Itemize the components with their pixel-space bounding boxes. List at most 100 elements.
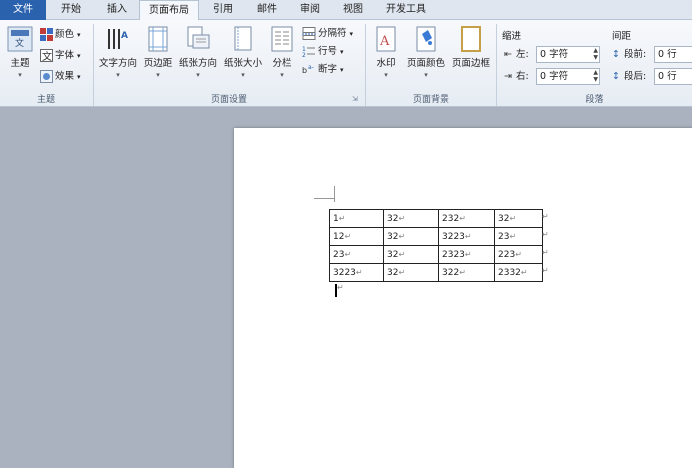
ribbon-tab-bar: 文件 开始 插入 页面布局 引用 邮件 审阅 视图 开发工具	[0, 0, 692, 21]
table-cell[interactable]: 23↵	[494, 227, 543, 246]
table-row: 3223↵ 32↵ 322↵ 2332↵	[329, 263, 543, 282]
sogou-logo-icon	[515, 377, 553, 415]
svg-text:a-: a-	[308, 64, 314, 71]
line-numbers-button[interactable]: 1 2 行号 ▾	[302, 44, 344, 60]
page-color-icon	[416, 26, 436, 52]
page-borders-button[interactable]: 页面边框	[449, 26, 493, 69]
table-cell[interactable]: 2332↵	[494, 263, 543, 282]
text-direction-button[interactable]: A 文字方向 ▾	[96, 26, 140, 79]
table-cell[interactable]: 12↵	[329, 227, 384, 246]
tab-mailings[interactable]: 邮件	[246, 0, 288, 20]
hyphenation-label: 断字	[318, 64, 338, 75]
table-cell[interactable]: 2323↵	[438, 245, 495, 264]
table-cell[interactable]: 232↵	[438, 209, 495, 228]
row-end-mark: ↵	[542, 230, 549, 239]
spacing-before-value: 0 行	[658, 49, 677, 60]
crop-mark	[314, 198, 334, 199]
breaks-button[interactable]: 分隔符 ▾	[302, 26, 353, 42]
tab-view[interactable]: 视图	[333, 0, 373, 20]
tab-references[interactable]: 引用	[203, 0, 243, 20]
crop-mark	[334, 186, 335, 202]
chevron-down-icon: ▾	[77, 52, 81, 60]
theme-fonts-button[interactable]: 文 字体 ▾	[40, 48, 81, 64]
text-direction-icon: A	[108, 29, 128, 49]
table-cell[interactable]: 32↵	[494, 209, 543, 228]
watermark-brand: 搜狗指南	[556, 386, 652, 414]
watermark-url: zhinan.sogou.com	[516, 420, 651, 435]
theme-effects-button[interactable]: 效果 ▾	[40, 69, 81, 85]
table-cell[interactable]: 23↵	[329, 245, 384, 264]
row-end-mark: ↵	[542, 212, 549, 221]
tab-file[interactable]: 文件	[0, 0, 46, 20]
spacing-before-input[interactable]: 0 行	[654, 46, 692, 63]
indent-title: 缩进	[502, 31, 522, 42]
spacing-after-input[interactable]: 0 行	[654, 68, 692, 85]
text-direction-label: 文字方向	[98, 58, 137, 69]
chevron-down-icon: ▾	[349, 30, 354, 38]
svg-text:A: A	[121, 31, 128, 41]
font-icon: 文	[40, 49, 53, 62]
themes-icon: 文	[7, 26, 33, 52]
table-cell[interactable]: 223↵	[494, 245, 543, 264]
columns-icon	[271, 26, 293, 52]
table-cell[interactable]: 32↵	[383, 245, 439, 264]
row-end-mark: ↵	[542, 248, 549, 257]
theme-fonts-label: 字体	[55, 50, 75, 61]
watermark-button[interactable]: A 水印 ▾	[370, 26, 402, 79]
chevron-down-icon: ▾	[424, 71, 428, 79]
tab-home[interactable]: 开始	[50, 0, 92, 20]
indent-right-value: 0 字符	[540, 71, 569, 82]
indent-left-input[interactable]: 0 字符 ▲ ▼	[536, 46, 600, 63]
breaks-icon	[302, 27, 316, 40]
dialog-launcher-icon[interactable]: ⇲	[352, 95, 358, 103]
table-cell[interactable]: 1↵	[329, 209, 384, 228]
svg-text:b: b	[302, 66, 307, 75]
spacing-after-label: 段后:	[624, 71, 647, 82]
page-color-label: 页面颜色	[406, 58, 445, 69]
paragraph-mark: ↵	[337, 283, 344, 292]
chevron-down-icon: ▾	[77, 31, 81, 39]
table-cell[interactable]: 3223↵	[438, 227, 495, 246]
paper-size-button[interactable]: 纸张大小 ▾	[221, 26, 265, 79]
page-borders-icon	[461, 26, 481, 52]
breaks-label: 分隔符	[318, 28, 347, 39]
table-cell[interactable]: 32↵	[383, 227, 439, 246]
theme-effects-label: 效果	[55, 71, 75, 82]
orientation-button[interactable]: 纸张方向 ▾	[176, 26, 220, 79]
table-cell[interactable]: 3223↵	[329, 263, 384, 282]
theme-colors-button[interactable]: 颜色 ▾	[40, 27, 81, 43]
table-cell[interactable]: 32↵	[383, 209, 439, 228]
document-table[interactable]: 1↵ 32↵ 232↵ 32↵ 12↵ 32↵ 3223↵ 23↵ 23↵ 32…	[329, 209, 543, 282]
table-cell[interactable]: 32↵	[383, 263, 439, 282]
indent-left-label-group: ⇤ 左:	[504, 47, 529, 63]
tab-review[interactable]: 审阅	[290, 0, 330, 20]
orientation-label: 纸张方向	[178, 58, 217, 69]
margins-label: 页边距	[143, 58, 173, 69]
tab-developer[interactable]: 开发工具	[376, 0, 436, 20]
chevron-down-icon: ▾	[340, 66, 344, 74]
svg-text:A: A	[379, 34, 390, 49]
page-color-button[interactable]: 页面颜色 ▾	[404, 26, 448, 79]
chevron-down-icon: ▾	[77, 73, 81, 81]
table-cell[interactable]: 322↵	[438, 263, 495, 282]
line-numbers-icon: 1 2	[302, 46, 315, 58]
tab-page-layout[interactable]: 页面布局	[139, 0, 199, 21]
indent-left-icon: ⇤	[504, 49, 512, 60]
spinner-arrows-icon[interactable]: ▲ ▼	[593, 47, 598, 61]
themes-button[interactable]: 文 主题 ▾	[4, 26, 36, 79]
spinner-arrows-icon[interactable]: ▲ ▼	[593, 69, 598, 83]
chevron-down-icon: ▾	[18, 71, 22, 79]
paper-size-icon	[234, 26, 252, 51]
page-borders-label: 页面边框	[451, 58, 490, 69]
themes-label: 主题	[10, 58, 30, 69]
hyphenation-button[interactable]: b a- 断字 ▾	[302, 62, 344, 78]
chevron-down-icon: ▾	[241, 71, 245, 79]
columns-button[interactable]: 分栏 ▾	[266, 26, 298, 79]
tab-insert[interactable]: 插入	[96, 0, 138, 20]
chevron-down-icon: ▾	[116, 71, 120, 79]
hyphenation-icon: b a-	[302, 64, 314, 75]
indent-right-input[interactable]: 0 字符 ▲ ▼	[536, 68, 600, 85]
margins-button[interactable]: 页边距 ▾	[141, 26, 175, 79]
chevron-down-icon: ▾	[280, 71, 284, 79]
paragraph-group-label: 段落	[585, 95, 604, 105]
